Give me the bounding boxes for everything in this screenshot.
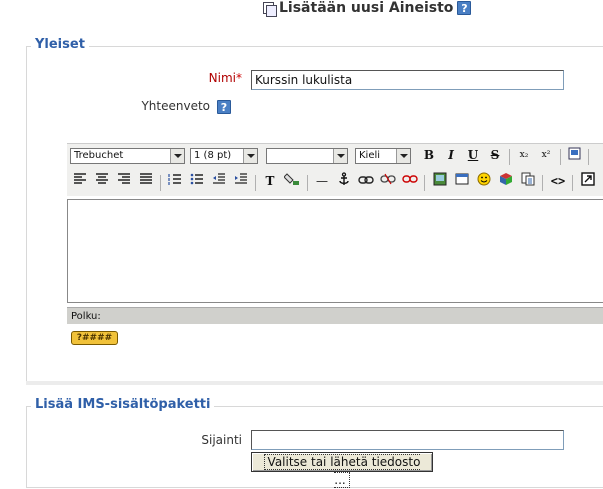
editor-path-bar: Polku: — [67, 307, 603, 324]
summary-help-icon[interactable]: ? — [217, 100, 231, 114]
summary-label: Yhteenveto — [141, 99, 210, 113]
toolbar-separator — [307, 175, 308, 191]
toolbar-separator — [255, 175, 256, 191]
unlink-icon[interactable] — [379, 172, 397, 190]
insert-table-icon[interactable] — [453, 172, 471, 190]
toolbar-separator — [560, 149, 561, 165]
ims-legend: Lisää IMS-sisältöpaketti — [31, 397, 215, 412]
help-icon[interactable]: ? — [457, 1, 472, 15]
superscript-button[interactable]: x² — [537, 146, 555, 164]
path-label: Polku: — [71, 311, 101, 322]
name-label: Nimi* — [150, 71, 242, 85]
font-family-value: Trebuchet — [74, 150, 124, 161]
name-label-text: Nimi — [208, 71, 236, 85]
required-mark: * — [236, 71, 242, 85]
smiley-icon[interactable] — [475, 172, 493, 190]
text-color-button[interactable]: T — [261, 172, 279, 190]
subscript-button[interactable]: x₂ — [515, 146, 533, 164]
ordered-list-icon[interactable] — [166, 172, 184, 190]
align-center-icon[interactable] — [93, 172, 111, 190]
underline-button[interactable]: U — [464, 146, 482, 164]
font-size-select[interactable]: 1 (8 pt) — [190, 148, 258, 164]
language-select[interactable]: Kieli — [355, 148, 411, 164]
general-fieldset-shadow — [26, 381, 603, 385]
background-color-icon[interactable] — [283, 172, 301, 190]
resource-icon — [263, 1, 278, 17]
unordered-list-icon[interactable] — [188, 172, 206, 190]
anchor-icon[interactable] — [335, 172, 353, 190]
italic-button[interactable]: I — [442, 146, 460, 164]
general-legend: Yleiset — [31, 37, 89, 52]
name-input[interactable] — [251, 70, 564, 90]
align-left-icon[interactable] — [71, 172, 89, 190]
paste-word-icon[interactable] — [566, 146, 584, 164]
align-right-icon[interactable] — [115, 172, 133, 190]
keyboard-help-button[interactable]: ?#### — [71, 331, 118, 345]
toolbar-separator — [160, 175, 161, 191]
strikethrough-button[interactable]: S — [486, 146, 504, 164]
editor-content-area[interactable] — [67, 199, 603, 303]
choose-file-button[interactable]: Valitse tai lähetä tiedosto ... — [251, 452, 433, 488]
html-source-button[interactable]: <> — [549, 172, 567, 190]
text-color-glyph: T — [265, 174, 275, 188]
toolbar-separator — [509, 149, 510, 165]
language-value: Kieli — [359, 150, 381, 161]
toolbar-separator — [542, 175, 543, 191]
outdent-icon[interactable] — [210, 172, 228, 190]
indent-icon[interactable] — [232, 172, 250, 190]
fullscreen-icon[interactable] — [579, 172, 597, 190]
search-replace-icon[interactable] — [519, 172, 537, 190]
toolbar-separator — [424, 175, 425, 191]
toolbar-separator — [588, 149, 589, 165]
bold-button[interactable]: B — [420, 146, 438, 164]
special-char-icon[interactable] — [497, 172, 515, 190]
toolbar-separator — [572, 175, 573, 191]
format-select[interactable] — [266, 148, 348, 164]
font-family-select[interactable]: Trebuchet — [70, 148, 185, 164]
font-size-value: 1 (8 pt) — [194, 150, 232, 161]
horizontal-rule-button[interactable]: — — [313, 172, 331, 190]
no-link-icon[interactable] — [401, 172, 419, 190]
link-icon[interactable] — [357, 172, 375, 190]
page-heading: Lisätään uusi Aineisto ? — [0, 0, 603, 22]
insert-image-icon[interactable] — [431, 172, 449, 190]
justify-icon[interactable] — [137, 172, 155, 190]
editor-toolbar: Trebuchet 1 (8 pt) Kieli B I U S x₂ x² T… — [67, 143, 603, 196]
location-label: Sijainti — [201, 433, 242, 447]
location-input[interactable] — [251, 430, 564, 450]
page-title: Lisätään uusi Aineisto — [279, 0, 454, 16]
